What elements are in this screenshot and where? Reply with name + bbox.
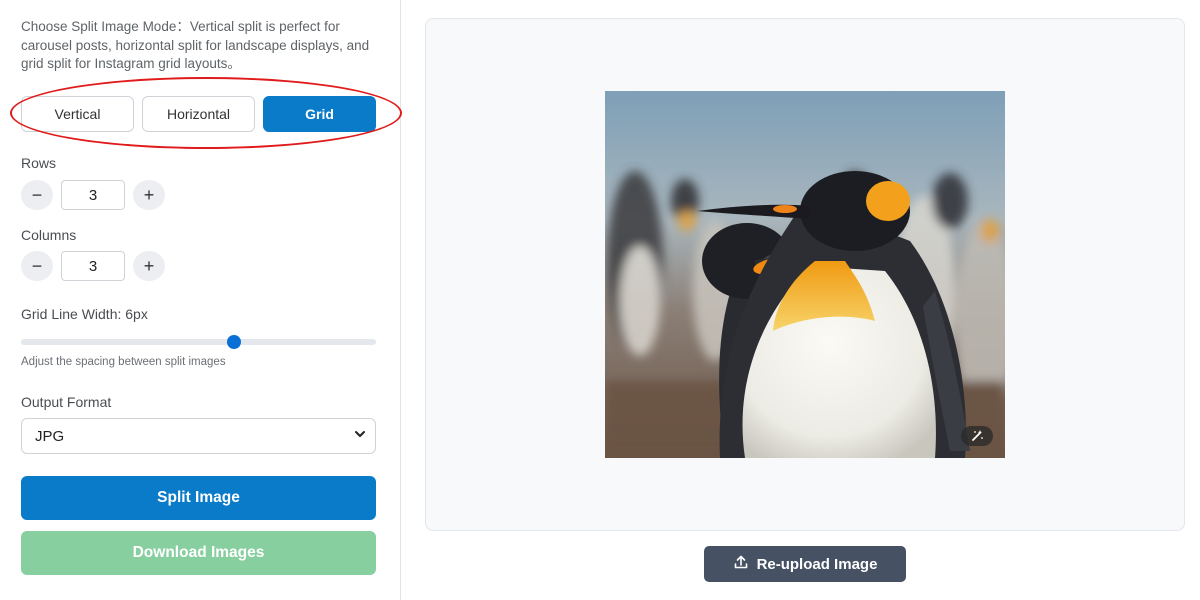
output-format-value: JPG: [35, 428, 65, 445]
uploaded-image-preview: [605, 91, 1005, 458]
columns-input[interactable]: [61, 251, 125, 281]
columns-label: Columns: [21, 227, 77, 243]
grid-line-hint: Adjust the spacing between split images: [21, 356, 226, 368]
columns-stepper: − +: [21, 251, 171, 281]
columns-increment-button[interactable]: +: [133, 251, 165, 281]
re-upload-label: Re-upload Image: [756, 555, 878, 573]
upload-icon: [733, 554, 749, 574]
rows-increment-button[interactable]: +: [133, 180, 165, 210]
penguin-photo: [605, 91, 1005, 458]
chevron-down-icon: [353, 427, 367, 441]
output-format-select[interactable]: JPG: [21, 418, 376, 454]
rows-label: Rows: [21, 155, 57, 171]
slider-thumb[interactable]: [227, 335, 241, 349]
output-format-label: Output Format: [21, 394, 112, 410]
rows-input[interactable]: [61, 180, 125, 210]
magic-wand-icon[interactable]: [961, 426, 993, 446]
rows-stepper: − +: [21, 180, 171, 210]
grid-line-width-slider[interactable]: [21, 335, 376, 349]
split-mode-description: Choose Split Image Mode：Vertical split i…: [21, 19, 370, 71]
split-mode-group: Vertical Horizontal Grid: [21, 96, 377, 132]
download-images-button[interactable]: Download Images: [21, 531, 376, 575]
rows-decrement-button[interactable]: −: [21, 180, 53, 210]
split-image-button[interactable]: Split Image: [21, 476, 376, 520]
mode-vertical-button[interactable]: Vertical: [21, 96, 134, 132]
mode-grid-button[interactable]: Grid: [263, 96, 376, 132]
settings-panel: Choose Split Image Mode：Vertical split i…: [0, 0, 402, 600]
re-upload-image-button[interactable]: Re-upload Image: [704, 546, 906, 582]
grid-line-width-label: Grid Line Width: 6px: [21, 306, 148, 322]
app: Choose Split Image Mode：Vertical split i…: [0, 0, 1200, 600]
columns-decrement-button[interactable]: −: [21, 251, 53, 281]
mode-horizontal-button[interactable]: Horizontal: [142, 96, 255, 132]
